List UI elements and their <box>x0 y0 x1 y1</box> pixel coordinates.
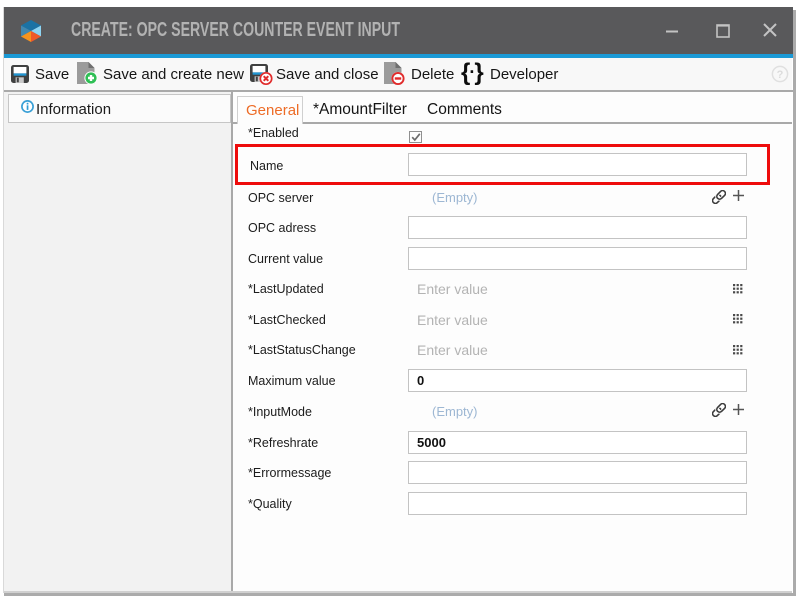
svg-text:?: ? <box>777 69 784 81</box>
